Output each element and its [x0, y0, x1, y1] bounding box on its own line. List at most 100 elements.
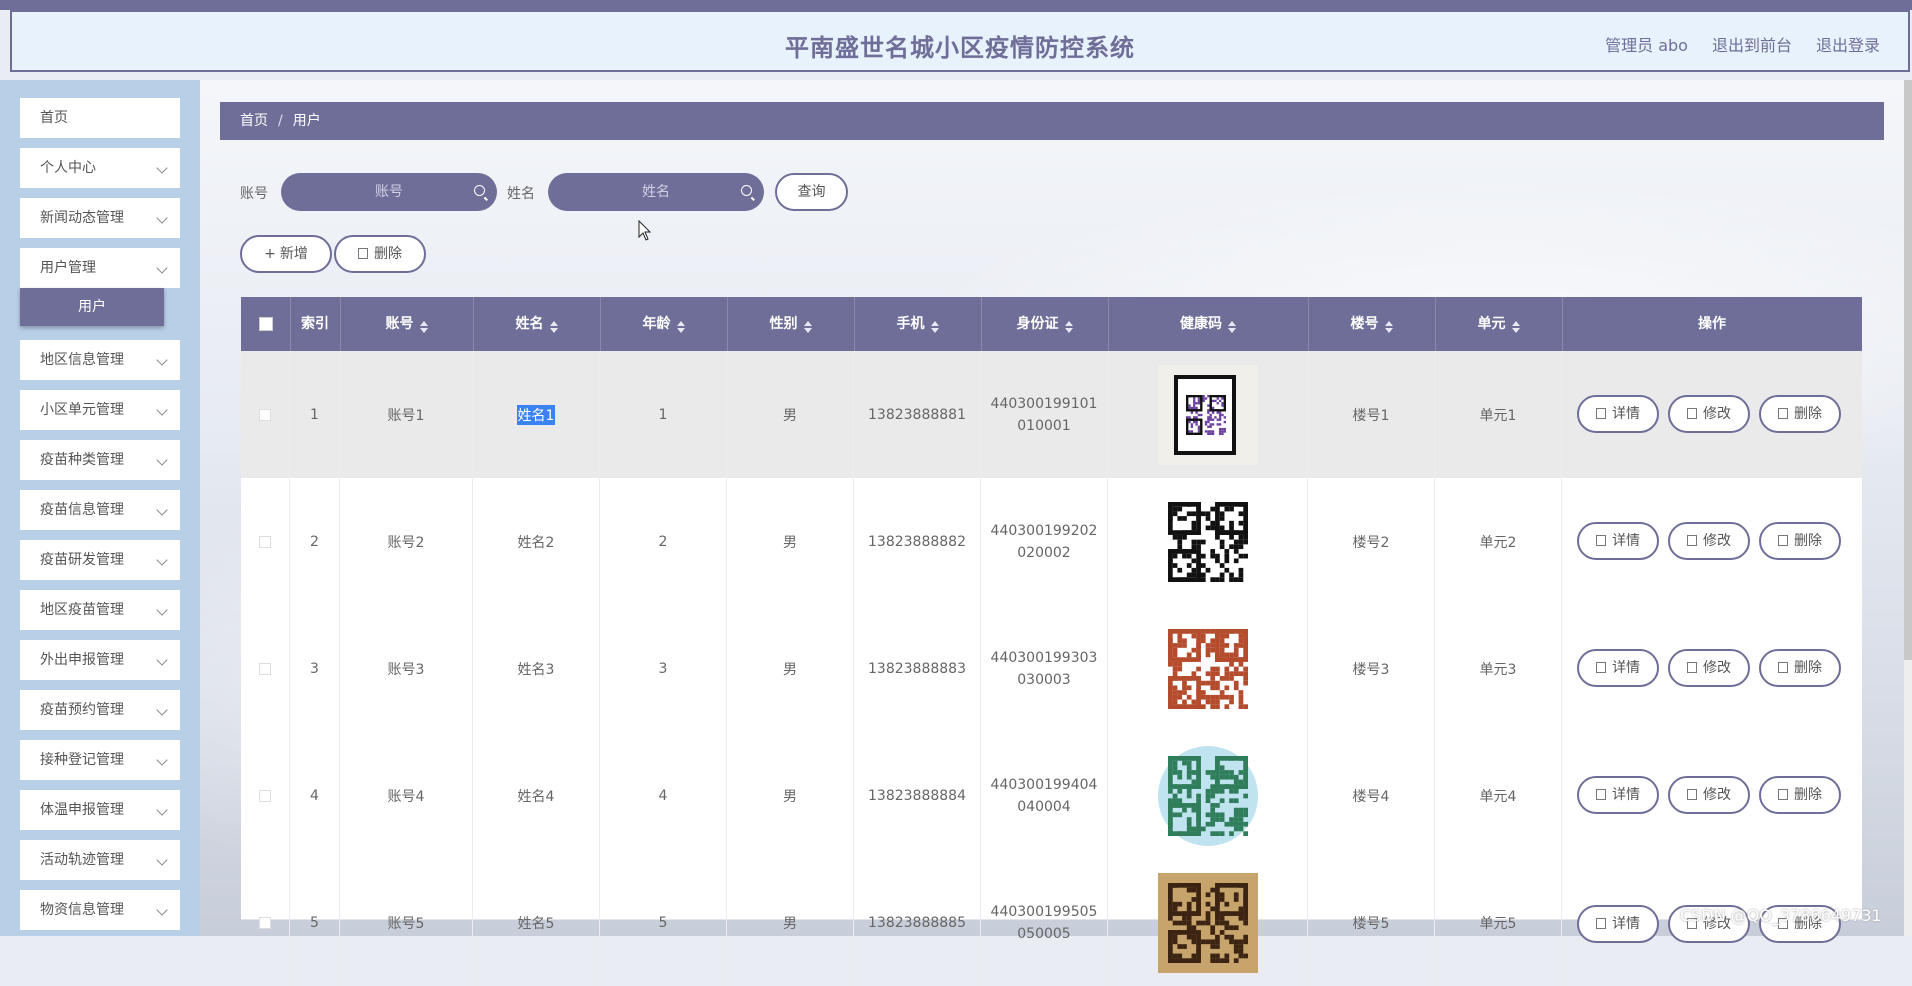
sort-icon[interactable]: [930, 321, 939, 333]
add-button[interactable]: + 新增: [240, 235, 332, 273]
delete-button[interactable]: 删除: [1759, 776, 1841, 814]
chevron-down-icon: [156, 262, 168, 274]
detail-button[interactable]: 详情: [1577, 905, 1659, 943]
document-icon: [1596, 918, 1606, 929]
sidebar-item[interactable]: 疫苗信息管理: [20, 490, 180, 530]
detail-button[interactable]: 详情: [1577, 776, 1659, 814]
qr-cell: [1108, 351, 1308, 478]
name-cell: 姓名5: [473, 859, 600, 986]
table-row[interactable]: 4 账号4 姓名4 4 男 13823888884 440300199404 040004 楼号…: [241, 732, 1862, 860]
checkbox[interactable]: [259, 662, 271, 675]
actions-cell: 详情 修改 删除: [1562, 351, 1862, 478]
chevron-down-icon: [156, 554, 168, 566]
scrollbar[interactable]: [1904, 80, 1912, 936]
chevron-down-icon: [156, 854, 168, 866]
sidebar-item-label: 小区单元管理: [40, 402, 124, 418]
sidebar-item[interactable]: 地区疫苗管理: [20, 590, 180, 630]
sidebar-item[interactable]: 地区信息管理: [20, 340, 180, 380]
sidebar-item-label: 体温申报管理: [40, 802, 124, 818]
chevron-down-icon: [156, 504, 168, 516]
account-cell: 账号4: [340, 732, 473, 859]
sidebar-item[interactable]: 活动轨迹管理: [20, 840, 180, 880]
logout-link[interactable]: 退出登录: [1816, 32, 1880, 56]
delete-button[interactable]: 删除: [1759, 649, 1841, 687]
gender-value: 男: [783, 915, 797, 932]
front-link[interactable]: 退出到前台: [1712, 32, 1792, 56]
delete-button[interactable]: 删除: [334, 235, 426, 273]
sort-icon[interactable]: [676, 321, 685, 333]
sidebar-item[interactable]: 物资信息管理: [20, 890, 180, 930]
name-search-input[interactable]: 姓名: [548, 173, 764, 211]
scrollbar-thumb[interactable]: [1904, 80, 1912, 660]
header-label: 健康码: [1180, 316, 1222, 332]
document-icon: [1596, 408, 1606, 419]
edit-button[interactable]: 修改: [1668, 395, 1750, 433]
header-age[interactable]: 年龄: [600, 297, 728, 351]
header-name[interactable]: 姓名: [473, 297, 601, 351]
delete-button[interactable]: 删除: [1759, 522, 1841, 560]
account-value: 账号1: [387, 407, 425, 424]
chevron-down-icon: [156, 162, 168, 174]
header-links: 管理员 abo 退出到前台 退出登录: [1605, 32, 1880, 56]
query-button[interactable]: 查询: [775, 173, 848, 211]
sidebar-subitem-user[interactable]: 用户: [20, 288, 164, 326]
header-health-code[interactable]: 健康码: [1108, 297, 1309, 351]
sidebar-item[interactable]: 疫苗研发管理: [20, 540, 180, 580]
table-row[interactable]: 1 账号1 姓名1 1 男 13823888881 440300199101 010001 楼号…: [241, 351, 1862, 479]
pencil-icon: [1687, 408, 1697, 419]
delete-button[interactable]: 删除: [1759, 395, 1841, 433]
phone-cell: 13823888883: [854, 605, 981, 732]
sidebar-item[interactable]: 小区单元管理: [20, 390, 180, 430]
qr-cell: [1108, 478, 1308, 605]
edit-button[interactable]: 修改: [1668, 522, 1750, 560]
sort-icon[interactable]: [549, 321, 558, 333]
building-value: 楼号5: [1352, 915, 1390, 932]
row-select-cell: [241, 351, 290, 478]
detail-button[interactable]: 详情: [1577, 395, 1659, 433]
table-row[interactable]: 5 账号5 姓名5 5 男 13823888885 440300199505 050005 楼号…: [241, 859, 1862, 986]
sort-icon[interactable]: [1228, 321, 1236, 333]
breadcrumb-home[interactable]: 首页: [240, 113, 268, 129]
checkbox[interactable]: [258, 317, 273, 331]
sort-icon[interactable]: [419, 321, 428, 333]
sort-icon[interactable]: [1511, 321, 1520, 333]
table-row[interactable]: 3 账号3 姓名3 3 男 13823888883 440300199303 030003 楼号…: [241, 605, 1862, 733]
sidebar-item[interactable]: 用户管理: [20, 248, 180, 288]
age-cell: 3: [600, 605, 727, 732]
header-account[interactable]: 账号: [340, 297, 474, 351]
phone-cell: 13823888885: [854, 859, 981, 986]
detail-button[interactable]: 详情: [1577, 522, 1659, 560]
id-cell: 440300199404 040004: [981, 732, 1108, 859]
table-row[interactable]: 2 账号2 姓名2 2 男 13823888882 440300199202 020002 楼号…: [241, 478, 1862, 606]
sidebar-item[interactable]: 外出申报管理: [20, 640, 180, 680]
header-select-all[interactable]: [241, 297, 291, 351]
trash-icon: [358, 248, 368, 259]
header-gender[interactable]: 性别: [727, 297, 855, 351]
header-phone[interactable]: 手机: [854, 297, 982, 351]
trash-icon: [1778, 662, 1788, 673]
sidebar-item[interactable]: 疫苗预约管理: [20, 690, 180, 730]
header-idcard[interactable]: 身份证: [981, 297, 1109, 351]
account-search-input[interactable]: 账号: [281, 173, 497, 211]
sidebar-item[interactable]: 首页: [20, 98, 180, 138]
header-building[interactable]: 楼号: [1308, 297, 1436, 351]
checkbox[interactable]: [259, 916, 271, 929]
sidebar-item[interactable]: 新闻动态管理: [20, 198, 180, 238]
checkbox[interactable]: [259, 535, 271, 548]
header-unit[interactable]: 单元: [1435, 297, 1563, 351]
sort-icon[interactable]: [1384, 321, 1393, 333]
sort-icon[interactable]: [1064, 321, 1073, 333]
sidebar-item[interactable]: 疫苗种类管理: [20, 440, 180, 480]
actions-cell: 详情 修改 删除: [1562, 478, 1862, 605]
edit-button[interactable]: 修改: [1668, 776, 1750, 814]
name-value: 姓名1: [516, 404, 556, 425]
sidebar-item[interactable]: 体温申报管理: [20, 790, 180, 830]
chevron-down-icon: [156, 454, 168, 466]
sidebar-item[interactable]: 个人中心: [20, 148, 180, 188]
sidebar-item[interactable]: 接种登记管理: [20, 740, 180, 780]
checkbox[interactable]: [259, 408, 271, 421]
sort-icon[interactable]: [803, 321, 812, 333]
edit-button[interactable]: 修改: [1668, 649, 1750, 687]
checkbox[interactable]: [259, 789, 271, 802]
detail-button[interactable]: 详情: [1577, 649, 1659, 687]
